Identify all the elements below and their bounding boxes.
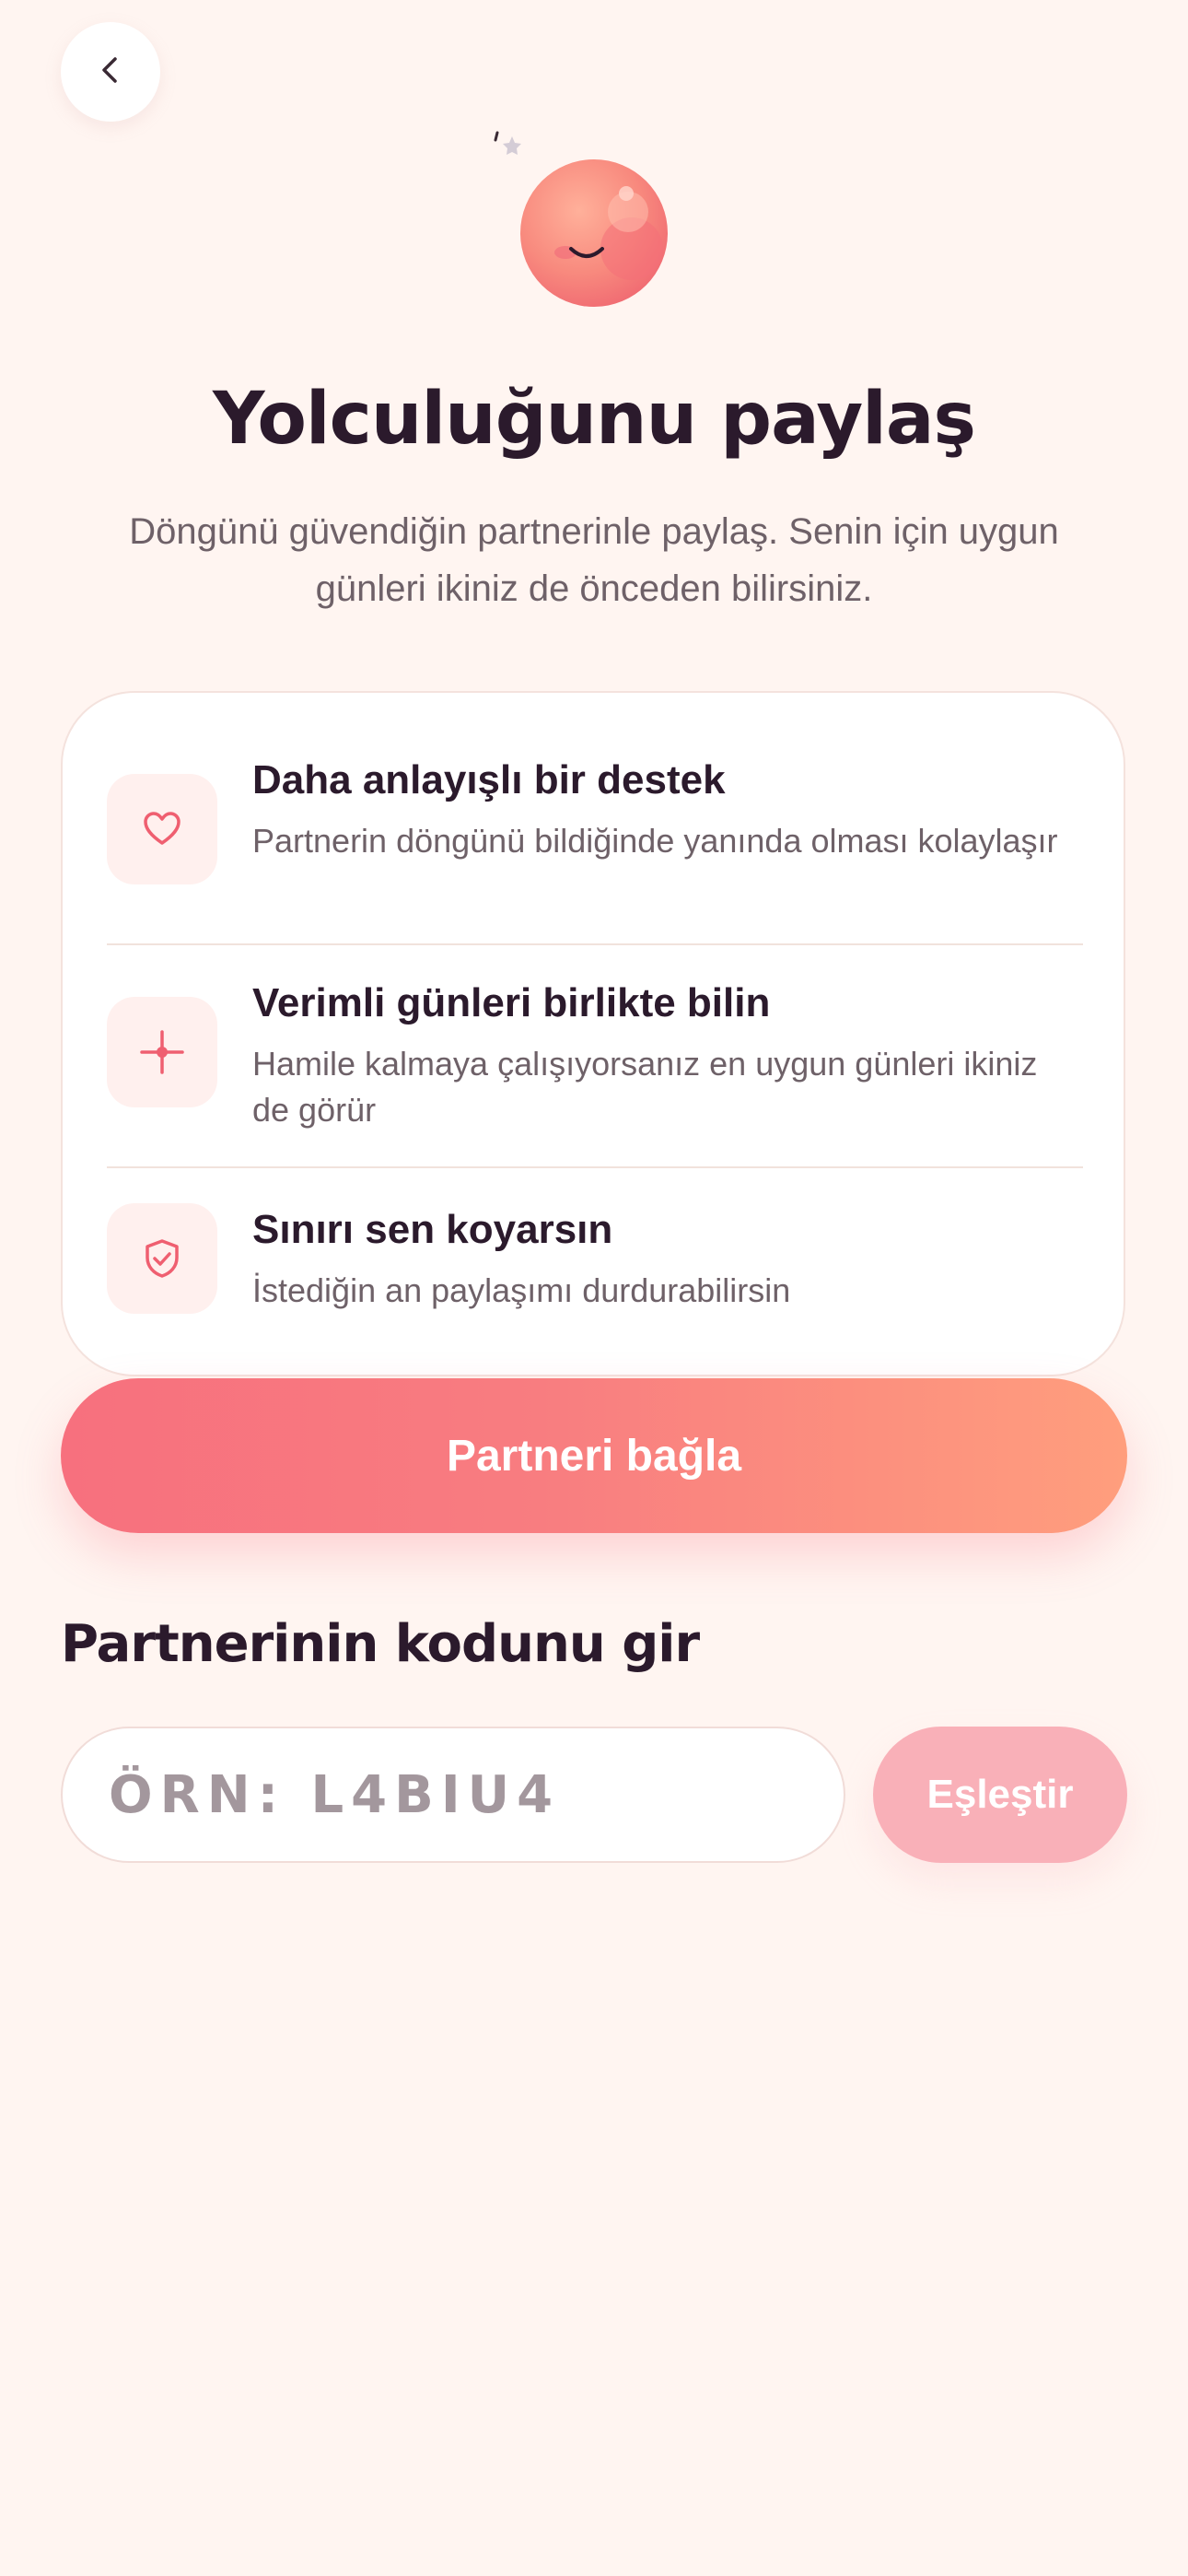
benefit-item-boundaries: Sınırı sen koyarsın İstediğin an paylaşı…	[107, 1203, 1083, 1323]
sparkle-icon	[107, 997, 217, 1107]
benefits-card: Daha anlayışlı bir destek Partnerin döng…	[61, 691, 1125, 1376]
benefit-item-support: Daha anlayışlı bir destek Partnerin döng…	[107, 757, 1083, 914]
match-button[interactable]: Eşleştir	[873, 1727, 1127, 1863]
benefit-title: Daha anlayışlı bir destek	[252, 757, 726, 802]
heart-icon	[107, 774, 217, 884]
benefit-description: İstediğin an paylaşımı durdurabilirsin	[252, 1271, 791, 1309]
divider	[107, 943, 1083, 945]
chevron-left-icon	[92, 52, 129, 93]
benefit-title: Verimli günleri birlikte bilin	[252, 980, 771, 1025]
shield-check-icon	[107, 1203, 217, 1314]
benefit-description: Hamile kalmaya çalışıyorsanız en uygun g…	[252, 1045, 1038, 1129]
benefit-title: Sınırı sen koyarsın	[252, 1207, 613, 1252]
page-title: Yolculuğunu paylaş	[213, 378, 976, 461]
page-subtitle: Döngünü güvendiğin partnerinle paylaş. S…	[129, 511, 1059, 609]
back-button[interactable]	[61, 22, 160, 122]
mascot-illustration	[518, 157, 670, 310]
partner-code-heading: Partnerinin kodunu gir	[61, 1614, 700, 1674]
connect-partner-button[interactable]: Partneri bağla	[61, 1378, 1127, 1533]
benefit-description: Partnerin döngünü bildiğinde yanında olm…	[252, 822, 1058, 860]
divider	[107, 1166, 1083, 1168]
benefit-item-fertile-days: Verimli günleri birlikte bilin Hamile ka…	[107, 980, 1083, 1137]
partner-code-input[interactable]	[61, 1727, 845, 1863]
